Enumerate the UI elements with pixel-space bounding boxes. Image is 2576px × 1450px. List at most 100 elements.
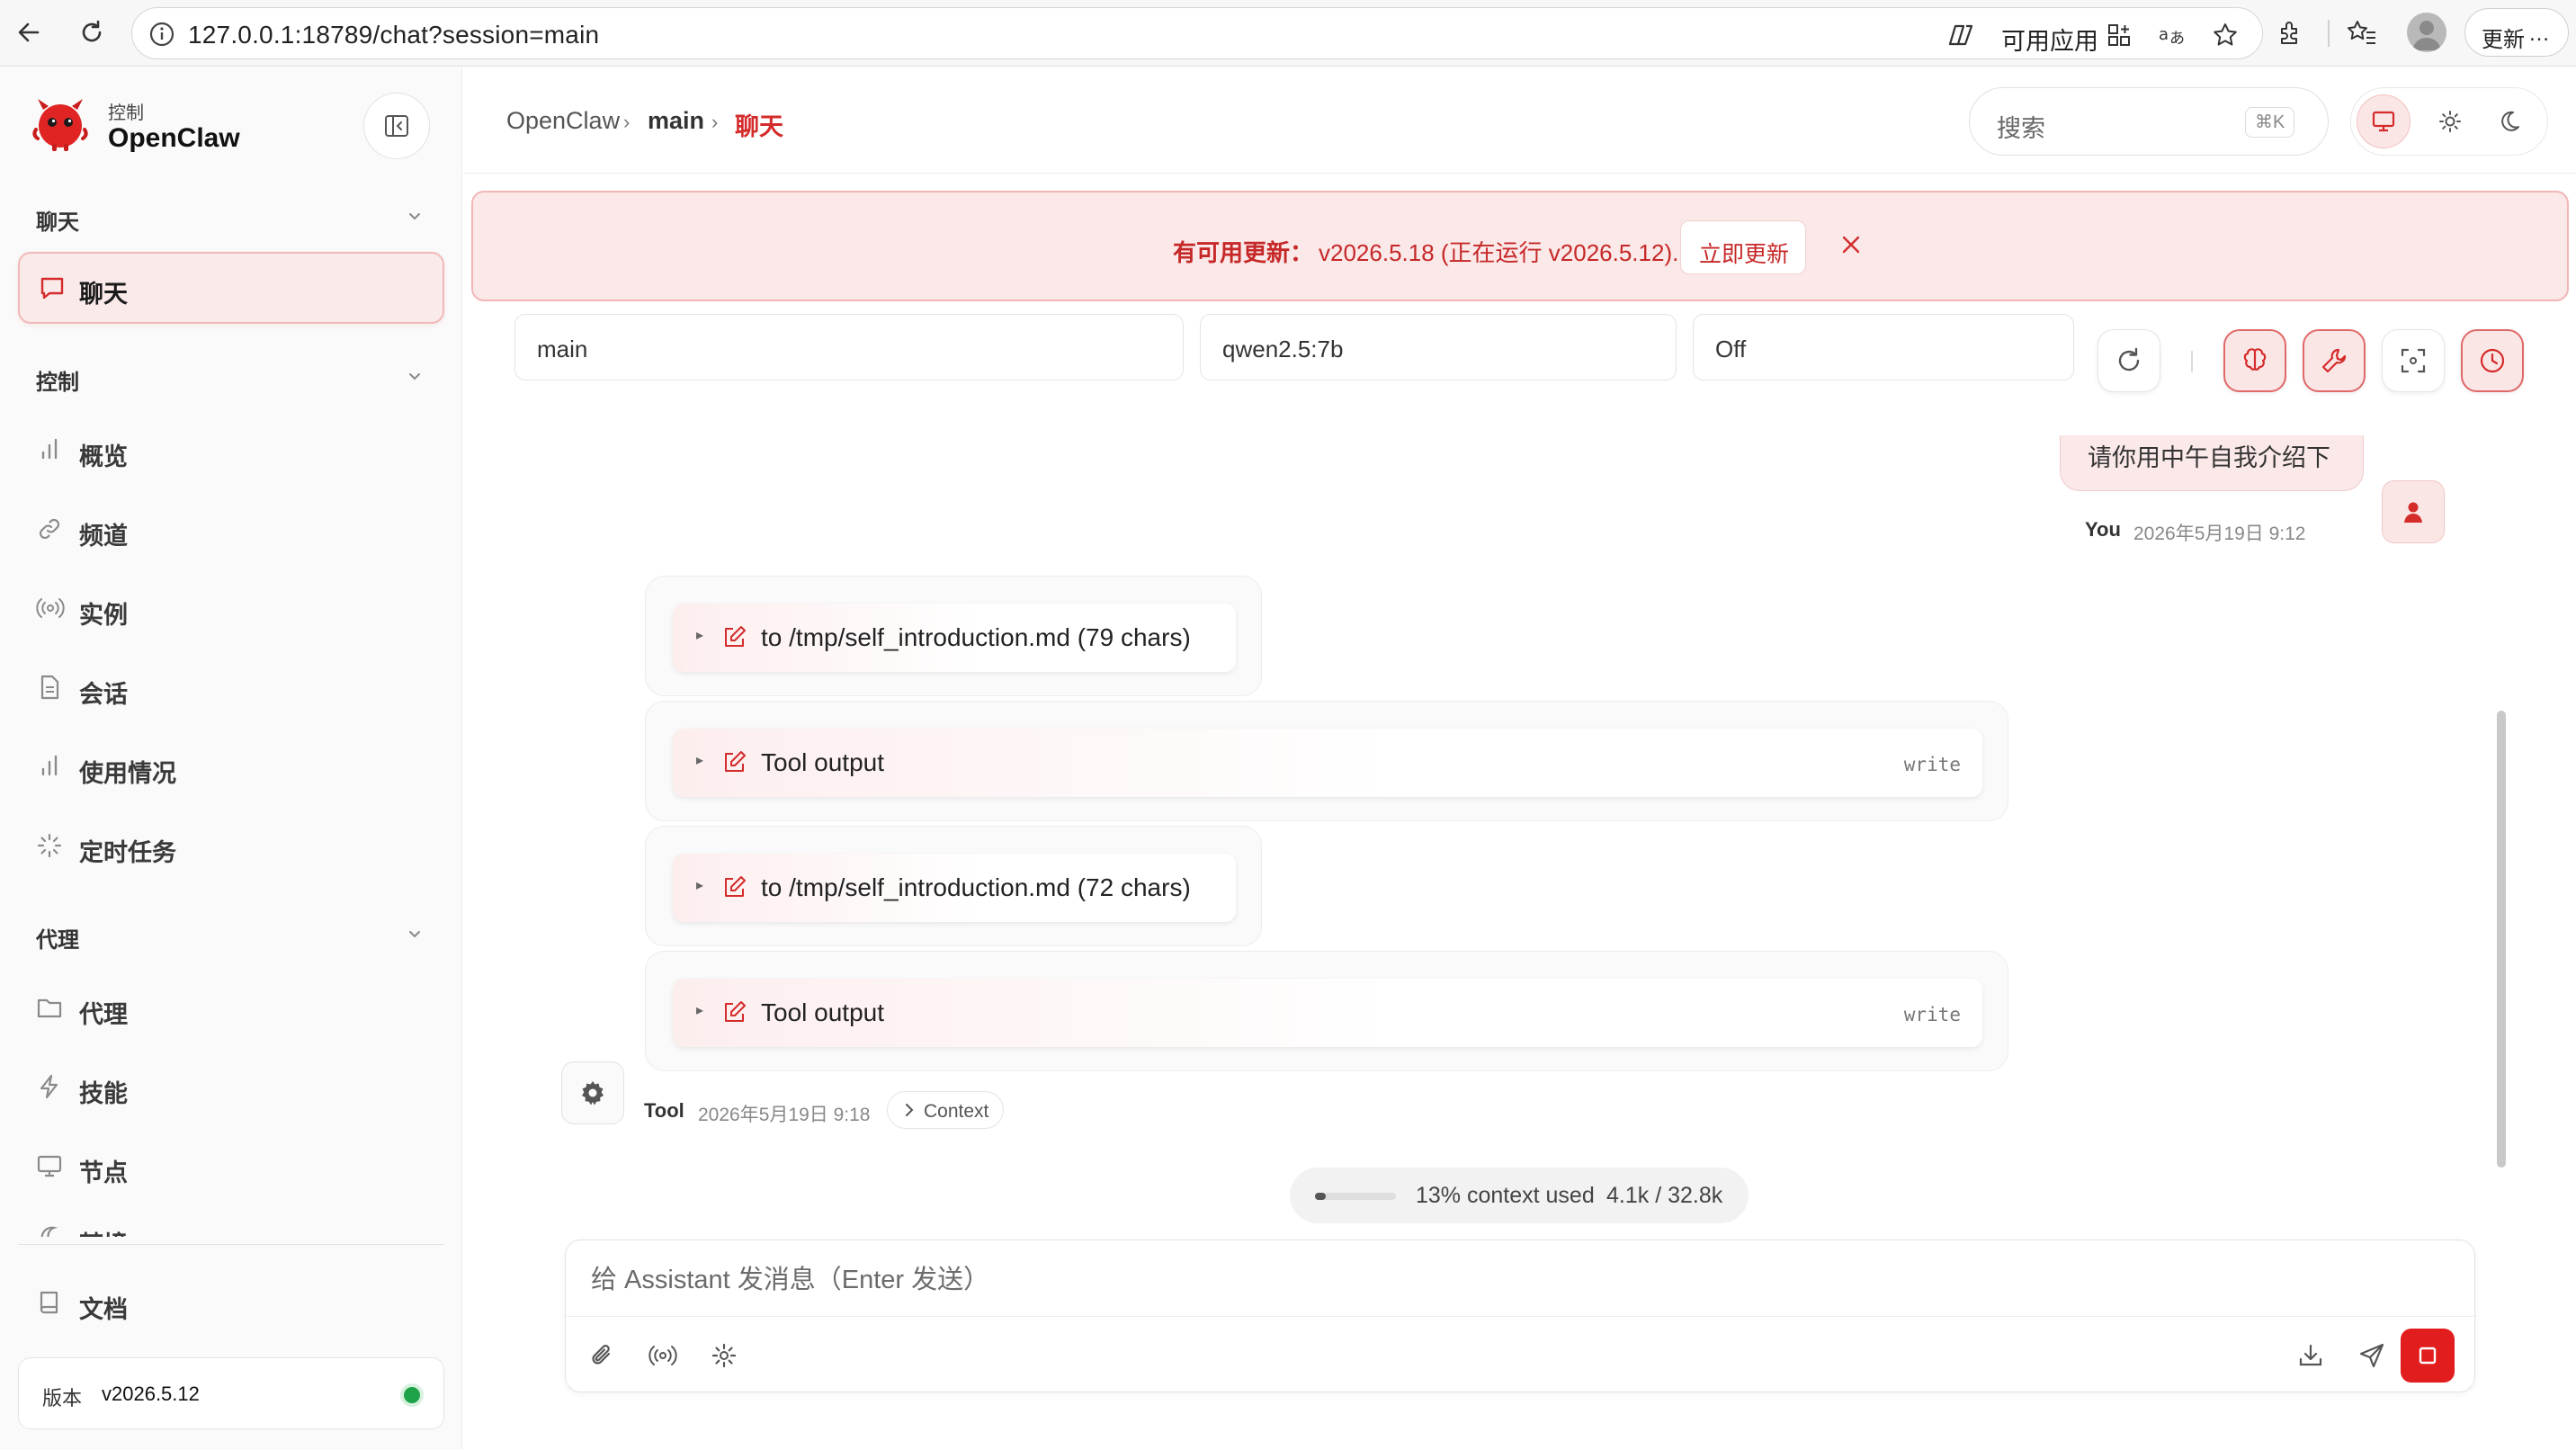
url-text[interactable]: 127.0.0.1:18789/chat?session=main: [188, 21, 599, 49]
tool-call-row[interactable]: ▸ to /tmp/self_introduction.md (79 chars…: [673, 604, 1236, 672]
sidebar-item-sessions[interactable]: 会话: [18, 659, 444, 717]
edit-icon: [721, 998, 748, 1030]
site-info-icon[interactable]: [148, 21, 175, 48]
edit-icon: [721, 873, 748, 905]
refresh-button[interactable]: [2097, 329, 2160, 392]
thinking-toggle-button[interactable]: [2223, 329, 2286, 392]
edit-icon: [721, 748, 748, 780]
book-icon: [36, 1289, 63, 1320]
model-select[interactable]: qwen2.5:7b: [1200, 314, 1677, 380]
sidebar-item-usage[interactable]: 使用情况: [18, 738, 444, 796]
refresh-icon: [2118, 347, 2140, 371]
breadcrumb-root[interactable]: OpenClaw: [506, 107, 620, 135]
section-agent-label[interactable]: 代理: [36, 922, 79, 953]
voice-button[interactable]: [641, 1334, 684, 1377]
profile-avatar[interactable]: [2407, 13, 2446, 52]
tool-call-text: to /tmp/self_introduction.md (72 chars): [761, 873, 1191, 901]
message-input[interactable]: [591, 1262, 2444, 1298]
wrench-icon: [2321, 348, 2347, 373]
tool-output-row[interactable]: ▸ Tool output write: [673, 729, 1982, 797]
update-now-label: 立即更新: [1699, 242, 1790, 267]
tool-call-text: to /tmp/self_introduction.md (79 chars): [761, 623, 1191, 651]
copilot-icon[interactable]: [1945, 20, 1976, 50]
search-input[interactable]: 搜索 ⌘K: [1969, 87, 2329, 156]
translate-icon[interactable]: aあ: [2158, 20, 2188, 50]
theme-dark-button[interactable]: [2482, 94, 2536, 148]
browser-toolbar: 127.0.0.1:18789/chat?session=main 可用应用 a…: [0, 0, 2576, 67]
reload-icon[interactable]: [72, 13, 112, 52]
context-toggle-button[interactable]: Context: [887, 1091, 1004, 1129]
sidebar-item-instances[interactable]: 实例: [18, 580, 444, 638]
sidebar-item-channels[interactable]: 频道: [18, 501, 444, 559]
sidebar-item-chat[interactable]: 聊天: [18, 252, 444, 324]
link-icon: [36, 515, 63, 547]
tool-output-text: Tool output: [761, 748, 884, 776]
svg-text:あ: あ: [2169, 30, 2185, 48]
more-icon: …: [2528, 22, 2550, 46]
sidebar-item-overview[interactable]: 概览: [18, 422, 444, 479]
stop-button[interactable]: [2401, 1329, 2455, 1383]
gear-icon: [711, 1343, 737, 1368]
sidebar-item-cron[interactable]: 定时任务: [18, 818, 444, 875]
collapse-sidebar-button[interactable]: [363, 93, 430, 159]
tool-call-card: ▸ to /tmp/self_introduction.md (72 chars…: [645, 826, 1262, 946]
model-value: qwen2.5:7b: [1222, 336, 1344, 362]
theme-light-button[interactable]: [2423, 94, 2477, 148]
sidebar-item-dreams[interactable]: 梦境: [18, 1210, 444, 1237]
tool-name-tag: write: [1903, 1004, 1961, 1025]
section-chat-label[interactable]: 聊天: [36, 204, 79, 236]
user-icon: [2404, 502, 2422, 523]
chat-bubble-icon: [38, 273, 67, 307]
extensions-icon[interactable]: [2270, 13, 2310, 52]
breadcrumb-session[interactable]: main: [648, 107, 704, 135]
toolbar-divider: [2328, 20, 2330, 47]
history-button[interactable]: [2461, 329, 2524, 392]
available-app-label[interactable]: 可用应用: [2001, 22, 2098, 57]
browser-update-button[interactable]: 更新 …: [2464, 8, 2569, 57]
section-control-label[interactable]: 控制: [36, 364, 79, 396]
send-button[interactable]: [2350, 1334, 2393, 1377]
address-bar[interactable]: 127.0.0.1:18789/chat?session=main 可用应用 a…: [131, 7, 2263, 59]
install-app-icon[interactable]: [2104, 20, 2134, 50]
tool-name-tag: write: [1903, 754, 1961, 775]
user-avatar: [2382, 480, 2445, 543]
back-icon[interactable]: [9, 13, 49, 52]
export-button[interactable]: [2289, 1334, 2332, 1377]
composer-settings-button[interactable]: [702, 1334, 746, 1377]
sidebar-item-nodes[interactable]: 节点: [18, 1138, 444, 1195]
tool-output-row[interactable]: ▸ Tool output write: [673, 979, 1982, 1047]
thinking-value: Off: [1715, 336, 1747, 362]
sidebar-item-label: 聊天: [79, 281, 128, 308]
composer-divider: [566, 1316, 2476, 1317]
sidebar-item-docs[interactable]: 文档: [18, 1275, 444, 1332]
search-shortcut-badge: ⌘K: [2245, 107, 2295, 138]
breadcrumb-current: 聊天: [735, 113, 783, 140]
sidebar-divider: [18, 1244, 444, 1245]
brand-subtitle: 控制: [108, 103, 144, 123]
update-banner-detail: v2026.5.18 (正在运行 v2026.5.12).: [1319, 239, 1679, 266]
chevron-down-icon[interactable]: [405, 924, 425, 948]
chevron-down-icon[interactable]: [405, 206, 425, 230]
tool-call-row[interactable]: ▸ to /tmp/self_introduction.md (72 chars…: [673, 854, 1236, 922]
chevron-down-icon[interactable]: [405, 366, 425, 390]
sidebar-item-agents[interactable]: 代理: [18, 980, 444, 1037]
sidebar-item-label: 梦境: [79, 1225, 128, 1237]
tool-sender-name: Tool: [644, 1099, 684, 1122]
moon-icon: [2501, 111, 2519, 131]
chevron-right-icon: [900, 1101, 918, 1123]
sidebar-item-label: 实例: [79, 602, 128, 629]
sidebar-item-skills[interactable]: 技能: [18, 1059, 444, 1116]
update-now-button[interactable]: 立即更新: [1680, 220, 1806, 274]
tools-toggle-button[interactable]: [2303, 329, 2366, 392]
breadcrumb-separator: ›: [711, 111, 719, 133]
chat-scrollbar[interactable]: [2497, 711, 2506, 1168]
focus-mode-button[interactable]: [2382, 329, 2445, 392]
expand-caret-icon: ▸: [696, 878, 704, 893]
favorite-star-icon[interactable]: [2210, 20, 2241, 50]
close-icon[interactable]: [1833, 227, 1869, 263]
thinking-select[interactable]: Off: [1693, 314, 2074, 380]
attach-button[interactable]: [580, 1334, 623, 1377]
theme-system-button[interactable]: [2357, 94, 2411, 148]
favorites-icon[interactable]: [2342, 13, 2382, 52]
session-select[interactable]: main: [514, 314, 1184, 380]
